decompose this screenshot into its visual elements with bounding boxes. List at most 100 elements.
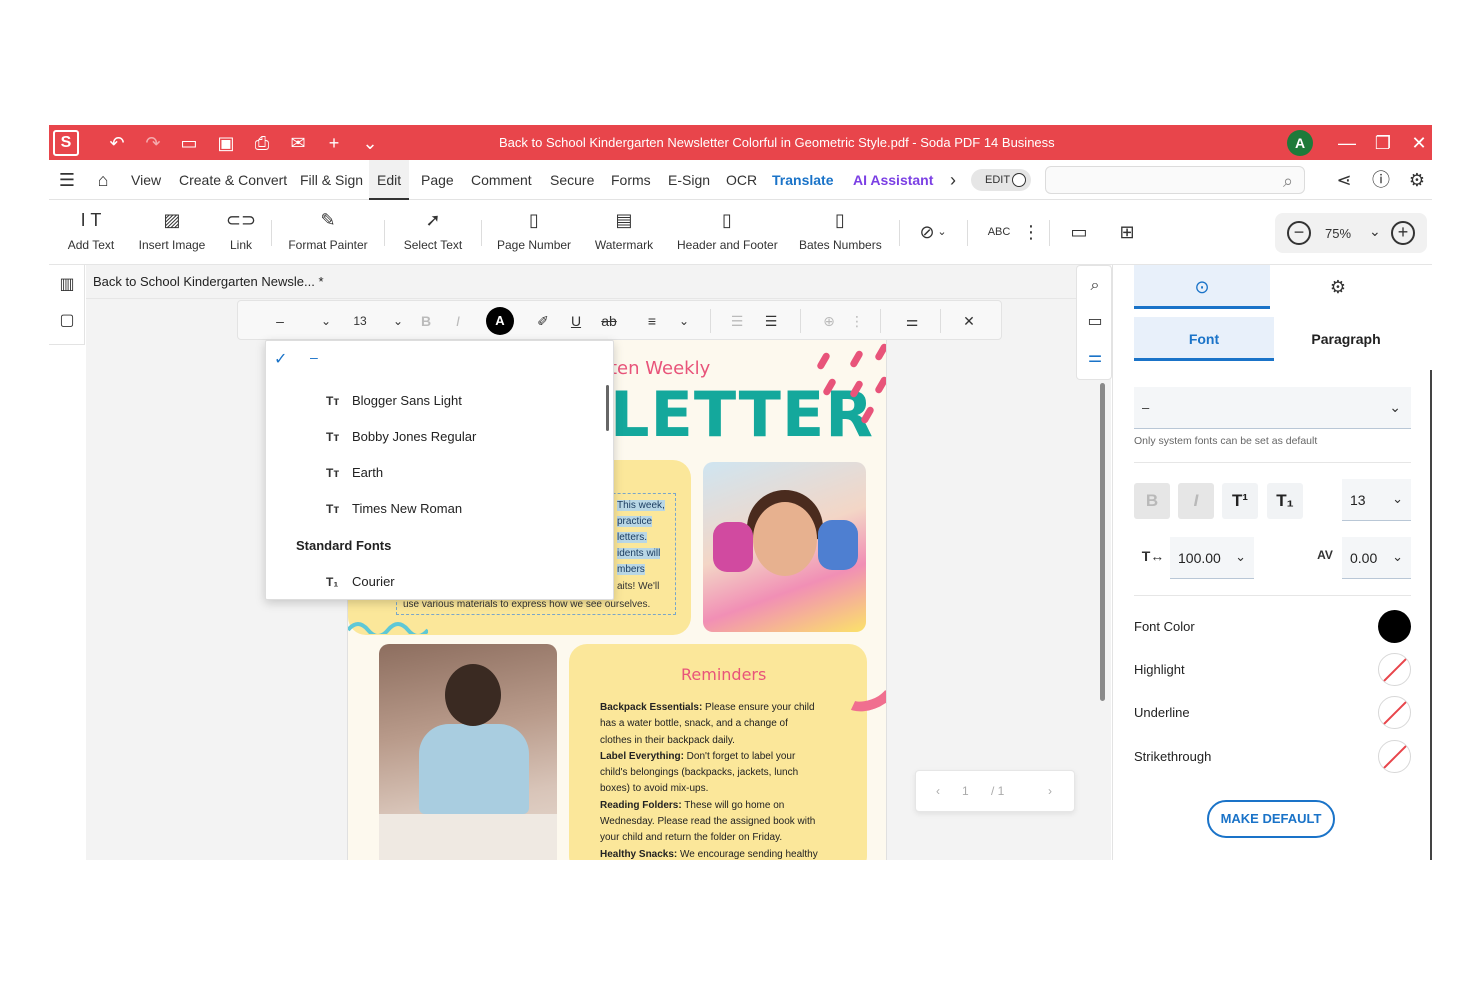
add-text-button[interactable]: I T Add Text [63,208,119,258]
search-icon[interactable]: ⌕ [1083,274,1107,298]
tab-font[interactable]: Font [1134,317,1274,361]
home-icon[interactable]: ⌂ [91,168,115,192]
bold-icon[interactable]: B [416,309,436,333]
headline-big[interactable]: LETTER [610,378,874,451]
insert-image-button[interactable]: ▨ Insert Image [137,208,207,258]
link-button[interactable]: ⊂⊃ Link [225,208,257,258]
menu-secure[interactable]: Secure [550,160,594,200]
page-current[interactable]: 1 [962,784,969,798]
reminders-title[interactable]: Reminders [681,665,766,684]
panel-toggle-icon[interactable]: ▥ [55,273,79,297]
panel-scrollbar[interactable] [1430,370,1432,860]
italic-icon[interactable]: I [1178,483,1214,519]
headline-small[interactable]: ten Weekly [610,358,710,379]
reminders-text[interactable]: Backpack Essentials: Please ensure your … [600,700,850,860]
zoom-in-icon[interactable]: + [1391,221,1415,245]
font-color-swatch[interactable] [1378,610,1411,643]
properties-sliders-icon[interactable]: ⚌ [1083,346,1107,370]
menu-view[interactable]: View [131,160,161,200]
grid-icon[interactable]: ⊞ [1115,220,1139,244]
zoom-out-icon[interactable]: − [1287,221,1311,245]
chevron-down-icon[interactable]: ⌄ [316,309,336,333]
chevron-down-icon[interactable]: ⌄ [674,309,694,333]
menu-fill-sign[interactable]: Fill & Sign [300,160,363,200]
subscript-icon[interactable]: T₁ [1267,483,1303,519]
menu-create-convert[interactable]: Create & Convert [179,160,287,200]
font-option[interactable]: Tт Times New Roman [326,501,462,521]
scale-select[interactable]: 100.00 ⌄ [1170,537,1254,579]
bookmark-icon[interactable]: ▢ [55,309,79,333]
header-footer-button[interactable]: ▯ Header and Footer [677,208,778,258]
more-options-icon[interactable]: ⋮ [1019,220,1043,244]
open-folder-icon[interactable]: ▭ [177,132,201,154]
make-default-button[interactable]: MAKE DEFAULT [1207,800,1335,838]
menu-forms[interactable]: Forms [611,160,651,200]
bates-numbers-button[interactable]: ▯ Bates Numbers [799,208,882,258]
girl-photo[interactable] [703,462,866,632]
save-icon[interactable]: ▣ [214,132,238,154]
italic-icon[interactable]: I [448,309,468,333]
zoom-value[interactable]: 75% [1325,226,1351,241]
highlight-swatch[interactable] [1378,653,1411,686]
menu-ocr[interactable]: OCR [726,160,757,200]
spellcheck-icon[interactable]: ABC [987,220,1011,244]
spacing-select[interactable]: 0.00 ⌄ [1342,537,1411,579]
panel-font-select[interactable]: – ⌄ [1134,387,1411,429]
avatar[interactable]: A [1287,130,1313,156]
text-properties-tab-icon[interactable]: ⊙ [1134,265,1270,309]
line-spacing-icon[interactable]: ☰ [726,309,748,333]
more-vertical-icon[interactable]: ⋮ [850,309,864,333]
format-painter-button[interactable]: ✎ Format Painter [287,208,369,258]
edit-toggle[interactable]: EDIT [971,169,1031,191]
panel-size-select[interactable]: 13 ⌄ [1342,479,1411,521]
menu-ai-assistant[interactable]: AI Assistant [853,160,933,200]
menu-page[interactable]: Page [421,160,454,200]
font-size-select[interactable]: 13 [346,309,374,333]
plus-icon[interactable]: + [322,132,346,154]
print-icon[interactable]: ⎙ [250,132,274,154]
prev-page-icon[interactable]: ‹ [936,784,940,798]
boy-photo[interactable] [379,644,557,860]
sliders-icon[interactable]: ⚌ [900,309,924,333]
menu-edit[interactable]: Edit [369,160,410,200]
settings-tab-icon[interactable]: ⚙ [1270,265,1406,309]
chevron-right-icon[interactable]: › [941,168,965,192]
font-option[interactable]: Tт Earth [326,465,383,485]
add-circle-icon[interactable]: ⊕ [816,309,842,333]
document-tab[interactable]: Back to School Kindergarten Newsle... * [86,265,1111,299]
chevron-down-icon[interactable]: ⌄ [1369,223,1381,240]
mail-icon[interactable]: ✉ [286,132,310,154]
close-icon[interactable]: ✕ [958,309,980,333]
tab-paragraph[interactable]: Paragraph [1276,317,1416,361]
strikethrough-swatch[interactable] [1378,740,1411,773]
page-number-button[interactable]: ▯ Page Number [497,208,571,258]
search-icon[interactable]: ⌕ [1276,169,1300,193]
indent-icon[interactable]: ☰ [760,309,782,333]
menu-translate[interactable]: Translate [772,160,833,200]
hamburger-icon[interactable]: ☰ [55,168,79,192]
chevron-down-icon[interactable]: ⌄ [388,309,408,333]
chevron-down-icon[interactable]: ⌄ [358,132,382,154]
next-page-icon[interactable]: › [1048,784,1052,798]
search-input[interactable]: ⌕ [1045,166,1305,194]
font-option[interactable]: T₁ Courier [326,574,395,594]
highlight-pen-icon[interactable]: ✐ [532,309,554,333]
select-text-button[interactable]: ➚ Select Text [401,208,465,258]
strikethrough-icon[interactable]: ab [596,309,622,333]
minimize-icon[interactable]: — [1335,131,1359,155]
settings-gear-icon[interactable]: ⚙ [1405,168,1429,192]
share-icon[interactable]: ⋖ [1332,168,1356,192]
font-family-select[interactable]: – [260,309,300,333]
superscript-icon[interactable]: T¹ [1222,483,1258,519]
bold-icon[interactable]: B [1134,483,1170,519]
menu-comment[interactable]: Comment [471,160,532,200]
ruler-icon[interactable]: ▭ [1067,220,1091,244]
underline-icon[interactable]: U [566,309,586,333]
undo-icon[interactable]: ↶ [105,132,129,154]
chevron-down-icon[interactable]: ⌄ [935,220,949,244]
font-color-button[interactable]: A [486,307,514,335]
redo-icon[interactable]: ↷ [141,132,165,154]
document-scrollbar[interactable] [1100,383,1105,701]
page-view-icon[interactable]: ▭ [1083,310,1107,334]
font-option[interactable]: Tт Blogger Sans Light [326,393,462,413]
